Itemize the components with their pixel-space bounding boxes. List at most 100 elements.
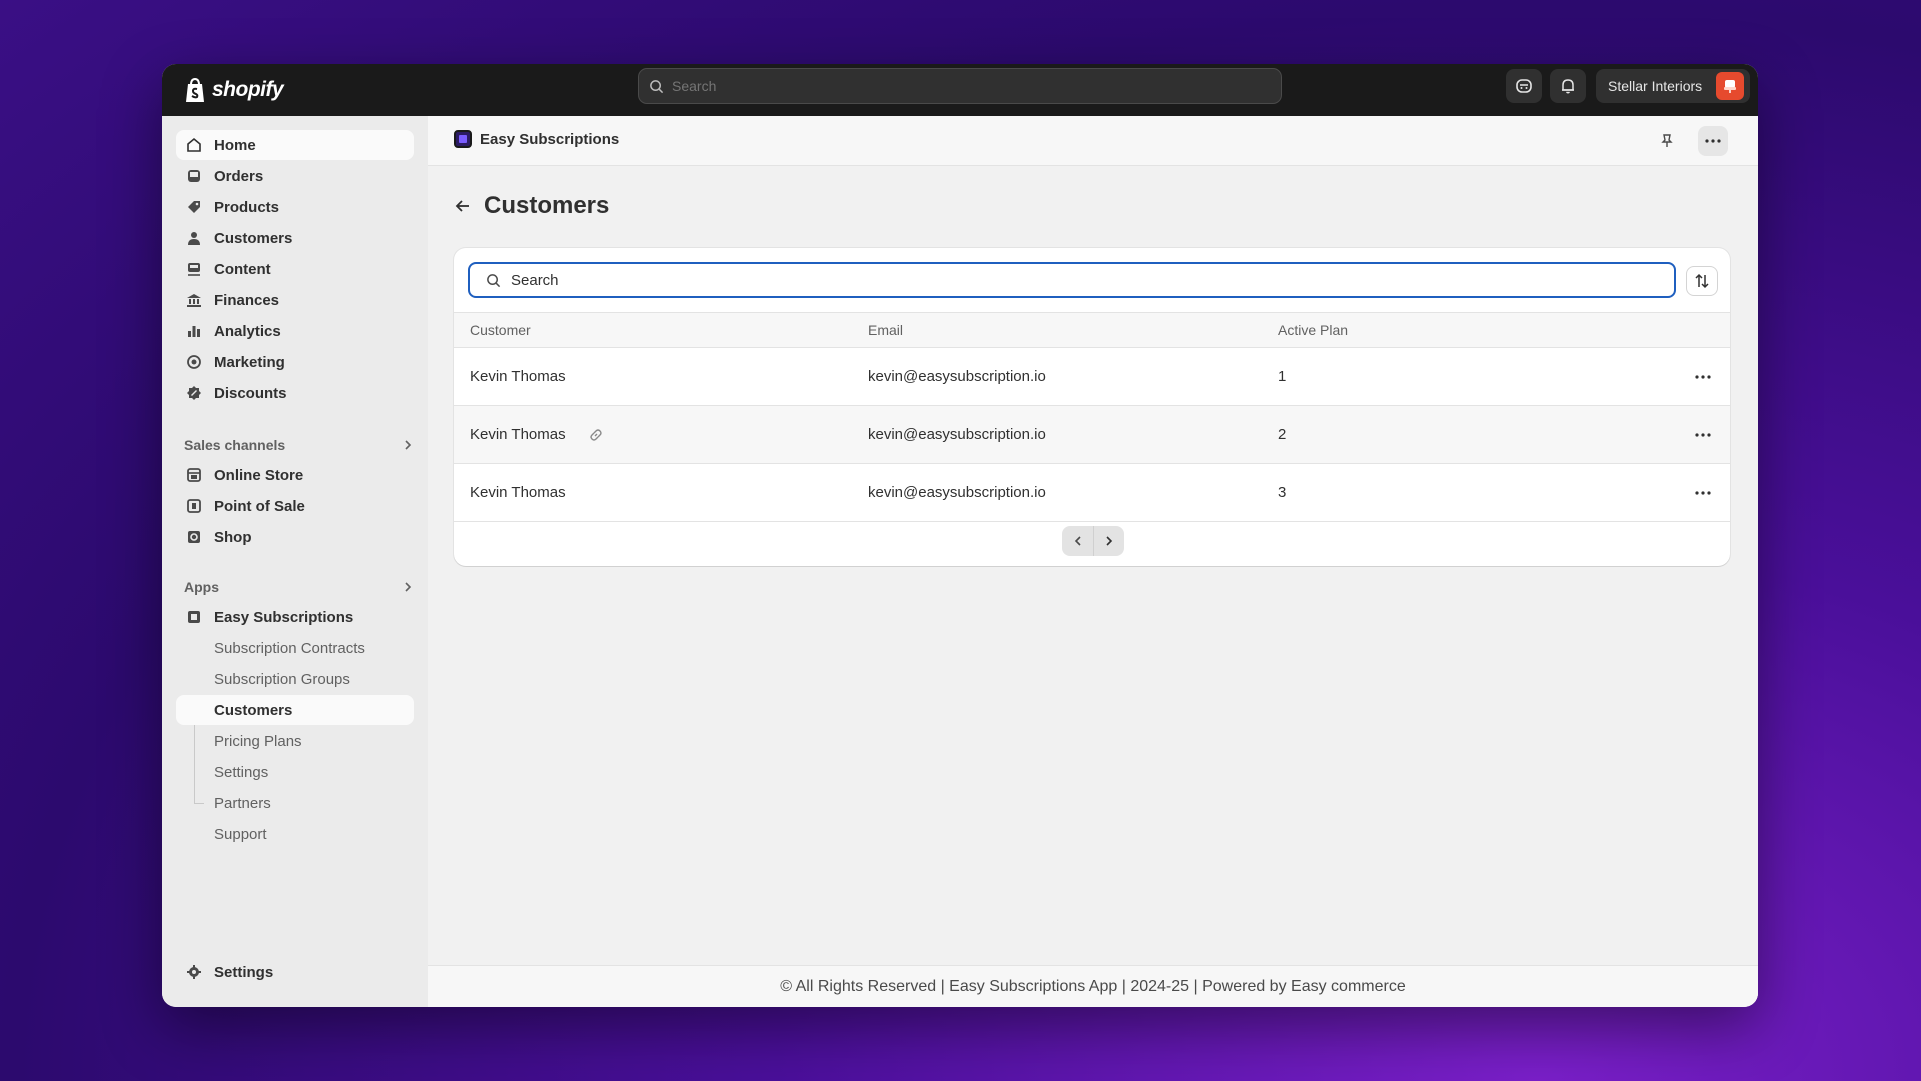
- sidebar-item-discounts[interactable]: Discounts: [176, 378, 414, 408]
- column-header-email[interactable]: Email: [868, 313, 903, 347]
- search-icon: [487, 273, 501, 287]
- pin-button[interactable]: [1654, 128, 1680, 154]
- more-horizontal-icon: [1695, 375, 1711, 379]
- table-row[interactable]: Kevin Thomas kevin@easysubscription.io 3: [454, 464, 1730, 522]
- chevron-right-icon: [405, 440, 412, 450]
- chevron-right-icon: [405, 582, 412, 592]
- sales-channels-header[interactable]: Sales channels: [184, 434, 414, 456]
- row-actions-button[interactable]: [1690, 364, 1716, 390]
- link-icon[interactable]: [588, 427, 604, 443]
- sidebar-sub-label: Support: [214, 825, 267, 843]
- sidebar-sub-settings[interactable]: Settings: [176, 757, 414, 787]
- sidebar-item-label: Analytics: [214, 322, 281, 340]
- sidebar-sub-label: Subscription Contracts: [214, 639, 365, 657]
- sidebar-item-label: Products: [214, 198, 280, 216]
- chair-icon: [1724, 80, 1736, 93]
- cell-customer-name: Kevin Thomas: [470, 426, 566, 443]
- cell-active-plan: 2: [1278, 426, 1287, 443]
- easy-subscriptions-icon: [454, 130, 472, 148]
- store-avatar: [1716, 72, 1744, 100]
- next-page-button[interactable]: [1093, 526, 1124, 556]
- cell-email: kevin@easysubscription.io: [868, 426, 1046, 443]
- global-search-input[interactable]: [672, 78, 1232, 94]
- apps-header[interactable]: Apps: [184, 576, 414, 598]
- table-row[interactable]: Kevin Thomas kevin@easysubscription.io 2: [454, 406, 1730, 464]
- back-arrow-icon[interactable]: [454, 197, 472, 215]
- more-horizontal-icon: [1695, 491, 1711, 495]
- more-horizontal-icon: [1705, 139, 1721, 143]
- app-title-text: Easy Subscriptions: [480, 130, 620, 148]
- page-title-bar: Customers: [454, 192, 609, 220]
- global-search[interactable]: [638, 68, 1282, 104]
- customer-search[interactable]: [468, 262, 1676, 298]
- sidebar-sub-customers[interactable]: Customers: [176, 695, 414, 725]
- tag-icon: [188, 201, 200, 213]
- sidebar-sub-support[interactable]: Support: [176, 819, 414, 849]
- sidebar-item-label: Settings: [214, 963, 274, 981]
- sidebar-item-products[interactable]: Products: [176, 192, 414, 222]
- sidebar-item-shop[interactable]: Shop: [176, 522, 414, 552]
- pagination: [1062, 526, 1124, 556]
- sidebar-item-online-store[interactable]: Online Store: [176, 460, 414, 490]
- bank-icon: [187, 294, 201, 307]
- sidebar-item-label: Shop: [214, 528, 252, 546]
- app-title: Easy Subscriptions: [454, 130, 619, 148]
- cell-email: kevin@easysubscription.io: [868, 484, 1046, 501]
- table-header: Customer Email Active Plan: [454, 312, 1730, 348]
- shopify-bag-icon: [186, 77, 204, 102]
- main-content: Easy Subscriptions Customers Customer: [428, 116, 1758, 1007]
- sidebar-item-analytics[interactable]: Analytics: [176, 316, 414, 346]
- home-icon: [187, 137, 201, 152]
- sidebar-item-marketing[interactable]: Marketing: [176, 347, 414, 377]
- row-actions-button[interactable]: [1690, 422, 1716, 448]
- section-label: Apps: [184, 579, 219, 595]
- sidebar-sub-label: Subscription Groups: [214, 670, 350, 688]
- shopify-logo[interactable]: shopify: [184, 72, 284, 108]
- sidebar-sub-subscription-contracts[interactable]: Subscription Contracts: [176, 633, 414, 663]
- sidebar-sub-pricing-plans[interactable]: Pricing Plans: [176, 726, 414, 756]
- notifications-button[interactable]: [1550, 69, 1586, 103]
- row-actions-button[interactable]: [1690, 480, 1716, 506]
- page-title: Customers: [484, 192, 610, 219]
- sidebar-item-point-of-sale[interactable]: Point of Sale: [176, 491, 414, 521]
- sidebar-sub-subscription-groups[interactable]: Subscription Groups: [176, 664, 414, 694]
- app-more-button[interactable]: [1698, 126, 1728, 156]
- sidebar-sub-label: Pricing Plans: [214, 732, 302, 750]
- customer-search-input[interactable]: [511, 271, 1611, 289]
- sidebar: Home Orders Products Customers Content F…: [162, 116, 428, 1007]
- sidebar-item-label: Easy Subscriptions: [214, 608, 354, 626]
- sidebar-item-customers[interactable]: Customers: [176, 223, 414, 253]
- store-menu-button[interactable]: Stellar Interiors: [1596, 69, 1750, 103]
- column-header-active-plan[interactable]: Active Plan: [1278, 313, 1348, 347]
- sidebar-item-orders[interactable]: Orders: [176, 161, 414, 191]
- cell-customer: Kevin Thomas: [470, 406, 604, 463]
- column-header-customer[interactable]: Customer: [470, 313, 531, 347]
- sidebar-sub-partners[interactable]: Partners: [176, 788, 414, 818]
- sidebar-sub-label: Partners: [214, 794, 271, 812]
- footer-text: © All Rights Reserved | Easy Subscriptio…: [780, 977, 1406, 995]
- cell-active-plan: 1: [1278, 368, 1287, 385]
- gear-icon: [187, 965, 201, 979]
- sidebar-item-home[interactable]: Home: [176, 130, 414, 160]
- sidebar-sub-label: Settings: [214, 763, 269, 781]
- cell-customer: Kevin Thomas: [470, 368, 566, 385]
- inbox-icon: [188, 170, 200, 182]
- sidebar-item-settings[interactable]: Settings: [176, 957, 414, 987]
- bar-chart-icon: [188, 326, 200, 337]
- sidebar-item-label: Customers: [214, 229, 293, 247]
- store-name: Stellar Interiors: [1608, 78, 1703, 94]
- sidekick-button[interactable]: [1506, 69, 1542, 103]
- table-row[interactable]: Kevin Thomas kevin@easysubscription.io 1: [454, 348, 1730, 406]
- sidebar-item-easy-subscriptions[interactable]: Easy Subscriptions: [176, 602, 414, 632]
- cell-customer: Kevin Thomas: [470, 484, 566, 501]
- sidebar-item-finances[interactable]: Finances: [176, 285, 414, 315]
- sidebar-item-content[interactable]: Content: [176, 254, 414, 284]
- previous-page-button[interactable]: [1062, 526, 1093, 556]
- sort-button[interactable]: [1686, 266, 1718, 296]
- sidebar-item-label: Home: [214, 136, 256, 154]
- pin-icon: [1661, 134, 1673, 147]
- top-bar: shopify Stellar Interiors: [162, 64, 1758, 116]
- sidebar-item-label: Finances: [214, 291, 280, 309]
- content-icon: [188, 263, 200, 276]
- sidebar-item-label: Marketing: [214, 353, 285, 371]
